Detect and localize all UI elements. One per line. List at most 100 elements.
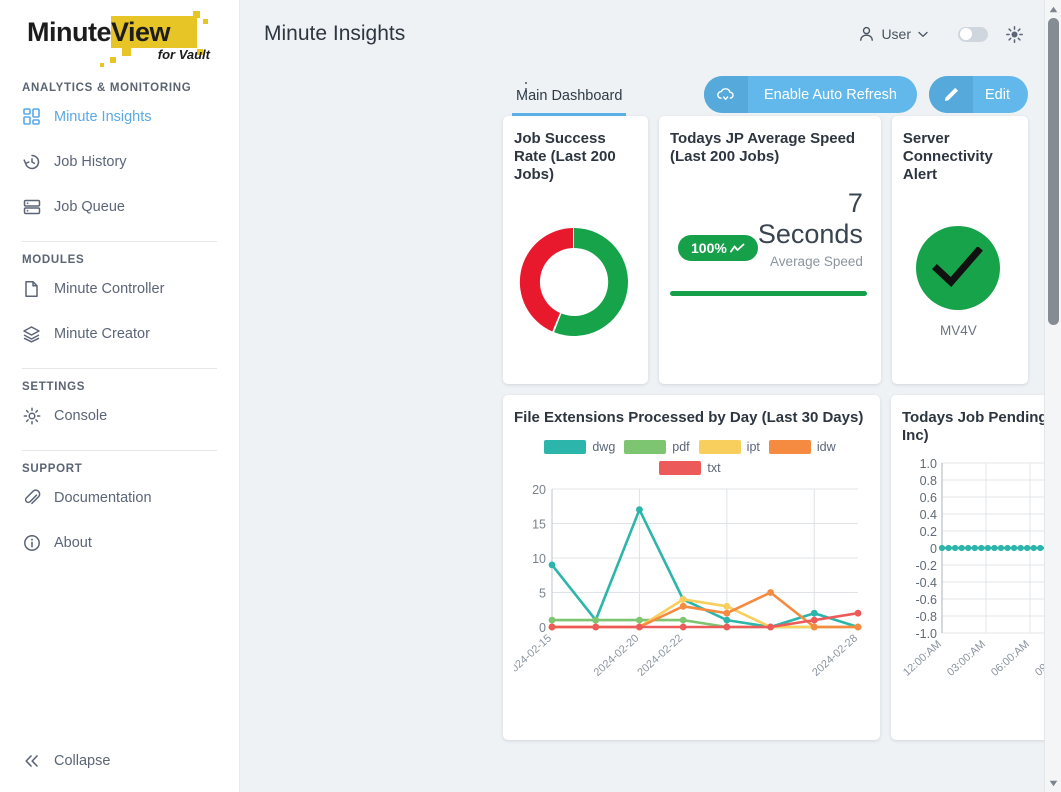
app-root: MinuteView for Vault ANALYTICS & MONITOR… [0,0,1061,792]
kebab-menu-icon[interactable]: ⋮ [517,86,535,92]
card-job-success-rate: Job Success Rate (Last 200 Jobs) [503,116,648,384]
legend-label: pdf [672,440,689,454]
svg-text:2024-02-15: 2024-02-15 [514,632,554,679]
vertical-scrollbar[interactable] [1044,0,1061,792]
legend-item-pdf[interactable]: pdf [624,440,689,454]
sidebar-item-label: Minute Controller [54,281,164,297]
user-label: User [881,26,911,42]
sidebar-item-minute-controller[interactable]: Minute Controller [0,266,239,311]
info-circle-icon [22,533,41,552]
svg-text:1.0: 1.0 [920,457,937,471]
sidebar-item-job-history[interactable]: Job History [0,139,239,184]
sidebar-item-label: Minute Creator [54,326,150,342]
svg-text:03:00:AM: 03:00:AM [945,638,988,678]
speed-trend-badge: 100% [678,235,758,261]
sidebar-item-label: Documentation [54,490,152,506]
svg-text:2024-02-22: 2024-02-22 [635,632,685,679]
dashboard-row-1: Job Success Rate (Last 200 Jobs) Todays … [503,116,1028,384]
card-title: Todays Job Pending Duration - Averaged (… [902,409,1061,445]
legend-swatch [769,440,811,454]
speed-progress-bar [670,291,867,296]
svg-text:5: 5 [539,587,546,601]
sidebar-item-job-queue[interactable]: Job Queue [0,184,239,229]
speed-badge-value: 100% [691,240,727,256]
job-success-donut-chart [514,222,634,342]
sidebar-item-label: Console [54,408,107,424]
svg-text:-0.8: -0.8 [915,610,937,624]
scrollbar-thumb[interactable] [1048,18,1059,325]
header-bar: Minute Insights User [240,0,1061,68]
svg-text:12:00:AM: 12:00:AM [902,638,944,678]
legend-swatch [624,440,666,454]
card-title: Server Connectivity Alert [903,130,1014,184]
sidebar-item-documentation[interactable]: Documentation [0,475,239,520]
dashboard-toolbar: Main Dashboard Enable Auto Refresh Edit [240,68,1061,116]
dashboard-grid-icon [22,107,41,126]
theme-toggle-switch[interactable] [958,27,988,42]
svg-text:10: 10 [532,552,546,566]
sidebar-item-console[interactable]: Console [0,393,239,438]
svg-text:0: 0 [930,542,937,556]
sun-icon[interactable] [1006,26,1023,43]
logo-pixel-5 [110,57,116,63]
sidebar-divider-1 [22,241,217,242]
sidebar-item-about[interactable]: About [0,520,239,565]
pending-duration-line-chart: 1.00.80.60.40.20-0.2-0.4-0.6-0.8-1.012:0… [902,451,1061,711]
svg-text:-0.6: -0.6 [915,593,937,607]
sidebar-section-support-title: SUPPORT [0,463,239,475]
logo-text-secondary: View [111,17,170,47]
sidebar-section-settings-title: SETTINGS [0,381,239,393]
edit-button[interactable]: Edit [929,76,1028,113]
cloud-refresh-icon [704,76,748,113]
scroll-down-arrow-icon[interactable] [1045,774,1061,792]
queue-stack-icon [22,197,41,216]
svg-text:2024-02-20: 2024-02-20 [592,632,642,679]
svg-text:2024-02-28: 2024-02-28 [810,632,860,679]
sidebar: MinuteView for Vault ANALYTICS & MONITOR… [0,0,240,792]
sidebar-item-minute-creator[interactable]: Minute Creator [0,311,239,356]
file-icon [22,279,41,298]
edit-label: Edit [973,87,1028,103]
sidebar-section-modules-title: MODULES [0,254,239,266]
legend-item-idw[interactable]: idw [769,440,836,454]
card-title: Todays JP Average Speed (Last 200 Jobs) [670,130,867,166]
app-logo: MinuteView for Vault [0,0,239,78]
sidebar-item-minute-insights[interactable]: Minute Insights [0,94,239,139]
legend-swatch [544,440,586,454]
svg-text:06:00:AM: 06:00:AM [989,638,1032,678]
sidebar-item-label: About [54,535,92,551]
legend-label: dwg [592,440,615,454]
svg-text:-0.4: -0.4 [915,576,937,590]
chart-legend: dwg pdf ipt idw [514,440,866,475]
scroll-up-arrow-icon[interactable] [1045,0,1061,18]
logo-subtitle: for Vault [158,47,210,62]
card-title: File Extensions Processed by Day (Last 3… [514,409,866,427]
legend-item-dwg[interactable]: dwg [544,440,615,454]
collapse-sidebar-button[interactable]: Collapse [0,753,110,769]
main-content: Minute Insights User ⋮ Main Dashboard [240,0,1061,792]
legend-swatch [699,440,741,454]
legend-label: ipt [747,440,760,454]
speed-value: 7 Seconds [758,188,863,250]
svg-text:0.6: 0.6 [920,491,937,505]
sidebar-item-label: Minute Insights [54,109,152,125]
svg-text:0.2: 0.2 [920,525,937,539]
svg-text:0.4: 0.4 [920,508,937,522]
pencil-icon [929,76,973,113]
check-circle-icon [916,226,1000,310]
legend-item-ipt[interactable]: ipt [699,440,760,454]
legend-label: idw [817,440,836,454]
trend-up-icon [730,243,745,254]
legend-label: txt [707,461,720,475]
collapse-label: Collapse [54,753,110,769]
card-average-speed: Todays JP Average Speed (Last 200 Jobs) … [659,116,881,384]
user-menu-button[interactable]: User [859,26,928,42]
sidebar-item-label: Job Queue [54,199,125,215]
card-file-extensions: File Extensions Processed by Day (Last 3… [503,395,880,740]
svg-text:0.8: 0.8 [920,474,937,488]
enable-auto-refresh-button[interactable]: Enable Auto Refresh [704,76,917,113]
legend-item-txt[interactable]: txt [528,461,852,475]
svg-text:15: 15 [532,518,546,532]
chevron-down-icon [918,31,928,38]
gear-icon [22,406,41,425]
